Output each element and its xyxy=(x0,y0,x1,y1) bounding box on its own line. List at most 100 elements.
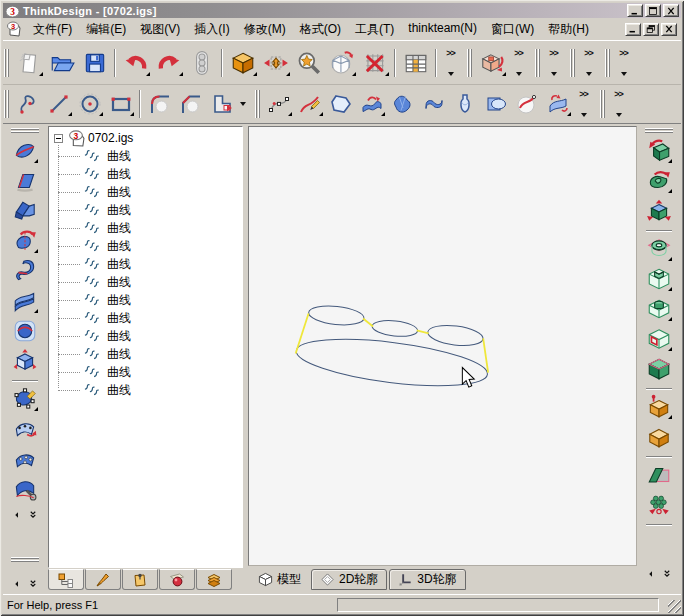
tree-item-curve[interactable]: 曲线 xyxy=(50,183,242,201)
min-button[interactable] xyxy=(625,23,641,36)
curve-on-surface-button[interactable] xyxy=(511,90,542,118)
toolbar-overflow[interactable]: >> xyxy=(510,47,527,79)
solid-between-button[interactable] xyxy=(644,197,674,225)
fold-surface-button[interactable] xyxy=(10,197,40,225)
curve-button[interactable] xyxy=(12,90,43,118)
toolbar-overflow[interactable]: >> xyxy=(610,88,627,120)
toolbar-overflow[interactable]: >> xyxy=(580,47,597,79)
menu-2[interactable]: 编辑(E) xyxy=(79,18,133,41)
toolbar-scroll[interactable] xyxy=(11,578,39,590)
flow-surface-button[interactable] xyxy=(542,90,573,118)
sketch-curve-button[interactable] xyxy=(294,90,325,118)
extrude-solid-button[interactable] xyxy=(644,137,674,165)
fit-view-button[interactable] xyxy=(259,48,292,78)
tree-root[interactable]: 3 0702.igs xyxy=(50,129,242,147)
line-button[interactable] xyxy=(43,90,74,118)
render-tab[interactable] xyxy=(159,569,195,590)
menu-6[interactable]: 格式(O) xyxy=(293,18,348,41)
tree-item-curve[interactable]: 曲线 xyxy=(50,345,242,363)
tree-item-curve[interactable]: 曲线 xyxy=(50,147,242,165)
tab-模型[interactable]: 模型 xyxy=(250,569,309,590)
toolbar-overflow[interactable]: >> xyxy=(615,47,632,79)
notes-tab[interactable] xyxy=(122,569,158,590)
toolbar-overflow[interactable]: >> xyxy=(545,47,562,79)
delete-grid-button[interactable] xyxy=(358,48,391,78)
slot-feature-button[interactable] xyxy=(644,325,674,353)
wireframe-view-button[interactable] xyxy=(325,48,358,78)
toolbar-grip[interactable] xyxy=(467,49,473,77)
expand-surface-button[interactable] xyxy=(10,347,40,375)
menu-7[interactable]: 工具(T) xyxy=(348,18,401,41)
tree-item-curve[interactable]: 曲线 xyxy=(50,273,242,291)
dropdown-caret[interactable] xyxy=(240,102,246,106)
toolbar-grip[interactable] xyxy=(4,49,10,77)
menu-5[interactable]: 修改(M) xyxy=(237,18,293,41)
revolve-surface-button[interactable] xyxy=(10,227,40,255)
drape-surface-button[interactable] xyxy=(10,475,40,503)
tree-item-curve[interactable]: 曲线 xyxy=(50,201,242,219)
menu-8[interactable]: thinkteam(N) xyxy=(401,18,484,41)
tree-item-curve[interactable]: 曲线 xyxy=(50,309,242,327)
s-surface-button[interactable] xyxy=(418,90,449,118)
menu-4[interactable]: 插入(I) xyxy=(187,18,236,41)
toolbar-scroll[interactable] xyxy=(11,509,39,521)
close-button[interactable] xyxy=(661,23,677,36)
restore-button[interactable] xyxy=(643,23,659,36)
data-table-button[interactable] xyxy=(399,48,432,78)
undo-button[interactable] xyxy=(119,48,152,78)
redo-button[interactable] xyxy=(152,48,185,78)
tree-item-curve[interactable]: 曲线 xyxy=(50,219,242,237)
rectangle-button[interactable] xyxy=(105,90,136,118)
max-button[interactable] xyxy=(645,4,661,17)
tab-2D轮廓[interactable]: 2D轮廓 xyxy=(311,569,387,590)
plane-feature-button[interactable] xyxy=(644,461,674,489)
menu-10[interactable]: 帮助(H) xyxy=(541,18,596,41)
tree-item-curve[interactable]: 曲线 xyxy=(50,291,242,309)
hole-feature-button[interactable] xyxy=(644,235,674,263)
datum-box-button[interactable] xyxy=(644,423,674,451)
edit-points-button[interactable] xyxy=(10,385,40,413)
draw-tab[interactable] xyxy=(85,569,121,590)
toolbar-grip[interactable] xyxy=(11,557,39,562)
loft-surface-button[interactable] xyxy=(10,287,40,315)
zoom-button[interactable] xyxy=(292,48,325,78)
offset-button[interactable] xyxy=(206,90,237,118)
modify-points-button[interactable] xyxy=(10,415,40,443)
solid-cube-button[interactable] xyxy=(644,355,674,383)
revolve-solid-button[interactable] xyxy=(644,167,674,195)
viewport[interactable] xyxy=(248,126,637,566)
shaded-view-button[interactable] xyxy=(226,48,259,78)
surface-patch-button[interactable] xyxy=(10,137,40,165)
boss-feature-button[interactable] xyxy=(644,295,674,323)
layers-tab[interactable] xyxy=(196,569,232,590)
tab-3D轮廓[interactable]: 3D轮廓 xyxy=(389,569,465,590)
toolbar-grip[interactable] xyxy=(600,90,606,118)
patch-points-button[interactable] xyxy=(10,445,40,473)
tree-item-curve[interactable]: 曲线 xyxy=(50,237,242,255)
bottle-surface-button[interactable] xyxy=(449,90,480,118)
tree-item-curve[interactable]: 曲线 xyxy=(50,255,242,273)
title-bar[interactable]: 3 ThinkDesign - [0702.igs] xyxy=(3,3,681,18)
pocket-feature-button[interactable] xyxy=(644,265,674,293)
menu-1[interactable]: 文件(F) xyxy=(26,18,79,41)
crumple-surface-button[interactable] xyxy=(387,90,418,118)
toolbar-grip[interactable] xyxy=(11,128,39,133)
toolbar-overflow[interactable]: >> xyxy=(442,47,459,79)
toolbar-grip[interactable] xyxy=(570,49,576,77)
save-button[interactable] xyxy=(78,48,111,78)
open-file-button[interactable] xyxy=(45,48,78,78)
trim-surface-button[interactable] xyxy=(480,90,511,118)
toolbar-grip[interactable] xyxy=(645,128,673,133)
new-document-button[interactable] xyxy=(12,48,45,78)
tree-item-curve[interactable]: 曲线 xyxy=(50,363,242,381)
capsule-surface-button[interactable] xyxy=(10,317,40,345)
toolbar-grip[interactable] xyxy=(535,49,541,77)
rotate-view-button[interactable] xyxy=(475,48,508,78)
chamfer-button[interactable] xyxy=(175,90,206,118)
toolbar-grip[interactable] xyxy=(4,90,10,118)
menu-3[interactable]: 视图(V) xyxy=(133,18,187,41)
lights-button[interactable] xyxy=(185,48,218,78)
resize-grip[interactable] xyxy=(668,600,681,613)
toolbar-scroll[interactable] xyxy=(645,568,673,580)
menu-9[interactable]: 窗口(W) xyxy=(484,18,541,41)
